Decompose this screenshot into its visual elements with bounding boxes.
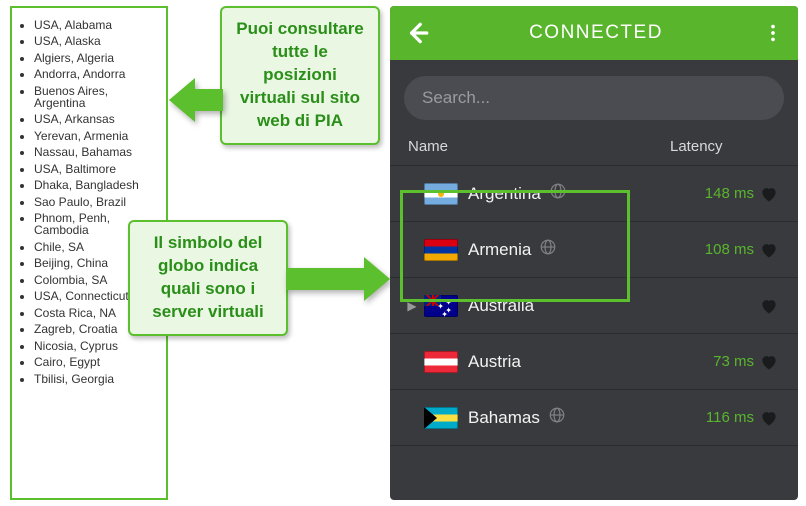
server-row[interactable]: Bahamas 116 ms: [390, 390, 798, 446]
column-name: Name: [408, 138, 670, 155]
globe-icon: [539, 238, 557, 261]
column-latency: Latency: [670, 138, 780, 155]
server-latency: 73 ms: [680, 353, 754, 370]
location-item: Algiers, Algeria: [34, 52, 158, 64]
search-input[interactable]: Search...: [404, 76, 784, 120]
expand-icon[interactable]: ▶: [404, 299, 420, 313]
callout-website-locations: Puoi consultare tutte le posizioni virtu…: [220, 6, 380, 145]
flag-icon: [424, 239, 458, 261]
vpn-app-panel: CONNECTED Search... Name Latency Argenti…: [390, 6, 798, 500]
app-header: CONNECTED: [390, 6, 798, 60]
location-item: USA, Baltimore: [34, 163, 158, 175]
favorite-icon[interactable]: [754, 408, 784, 428]
favorite-icon[interactable]: [754, 296, 784, 316]
server-name: Austria: [468, 352, 680, 372]
location-item: Buenos Aires, Argentina: [34, 85, 158, 109]
arrow-left-icon: [169, 78, 223, 122]
location-item: Andorra, Andorra: [34, 68, 158, 80]
favorite-icon[interactable]: [754, 240, 784, 260]
search-placeholder: Search...: [422, 88, 490, 108]
server-latency: 148 ms: [680, 185, 754, 202]
location-item: Nassau, Bahamas: [34, 146, 158, 158]
server-list-header: Name Latency: [390, 130, 798, 166]
server-row[interactable]: Austria73 ms: [390, 334, 798, 390]
globe-icon: [549, 182, 567, 205]
server-row[interactable]: Argentina 148 ms: [390, 166, 798, 222]
callout-globe-symbol: Il simbolo del globo indica quali sono i…: [128, 220, 288, 336]
server-list: Argentina 148 msArmenia 108 ms▶Australia…: [390, 166, 798, 500]
location-item: Yerevan, Armenia: [34, 130, 158, 142]
server-latency: 108 ms: [680, 241, 754, 258]
location-item: USA, Alaska: [34, 35, 158, 47]
location-item: Dhaka, Bangladesh: [34, 179, 158, 191]
server-latency: 116 ms: [680, 409, 754, 426]
server-name: Argentina: [468, 182, 680, 205]
globe-icon: [548, 406, 566, 429]
location-item: Cairo, Egypt: [34, 356, 158, 368]
kebab-menu-icon[interactable]: [762, 22, 784, 44]
server-name: Armenia: [468, 238, 680, 261]
server-row[interactable]: Armenia 108 ms: [390, 222, 798, 278]
location-item: Tbilisi, Georgia: [34, 373, 158, 385]
favorite-icon[interactable]: [754, 352, 784, 372]
flag-icon: [424, 351, 458, 373]
flag-icon: [424, 407, 458, 429]
flag-icon: [424, 295, 458, 317]
server-row[interactable]: ▶ Australia: [390, 278, 798, 334]
location-item: Sao Paulo, Brazil: [34, 196, 158, 208]
favorite-icon[interactable]: [754, 184, 784, 204]
arrow-right-icon: [286, 257, 390, 301]
location-item: Nicosia, Cyprus: [34, 340, 158, 352]
connection-status: CONNECTED: [529, 22, 663, 44]
server-name: Bahamas: [468, 406, 680, 429]
location-item: USA, Alabama: [34, 19, 158, 31]
flag-icon: [424, 183, 458, 205]
server-name: Australia: [468, 296, 680, 316]
location-item: USA, Arkansas: [34, 113, 158, 125]
back-icon[interactable]: [404, 20, 430, 46]
